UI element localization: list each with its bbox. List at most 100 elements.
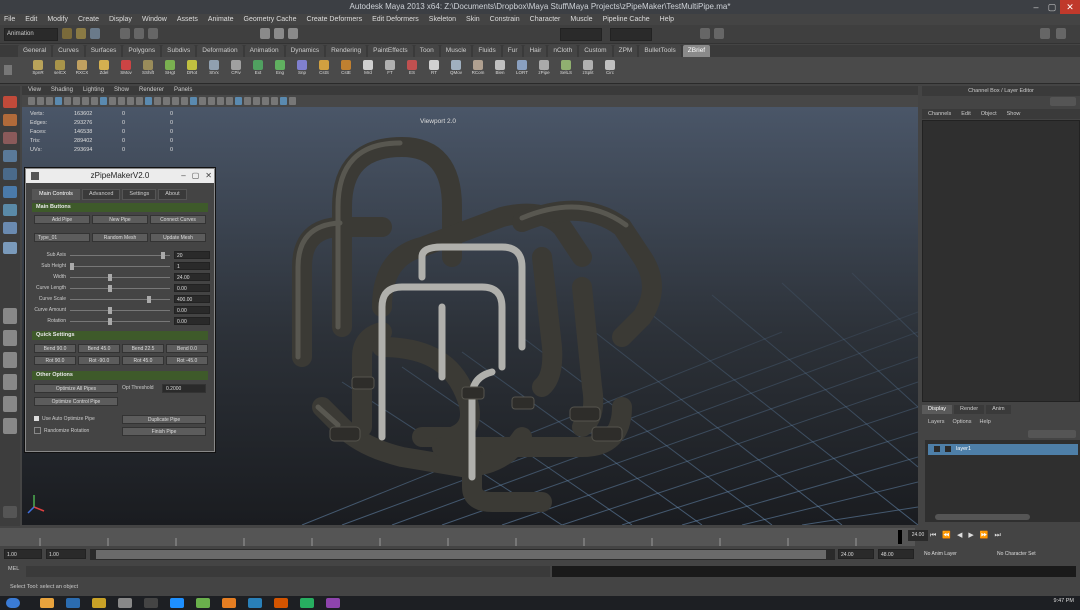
select-hierarchy-icon[interactable] bbox=[120, 28, 130, 39]
viewport-tool-icon[interactable] bbox=[262, 97, 269, 105]
viewport-tool-icon[interactable] bbox=[190, 97, 197, 105]
shelf-button[interactable]: SelLS bbox=[558, 60, 574, 76]
viewport-menu-item[interactable]: Shading bbox=[51, 86, 73, 95]
range-end-field[interactable]: 24.00 bbox=[838, 549, 874, 559]
shelf-tab[interactable]: Hair bbox=[524, 45, 547, 57]
visibility-icon[interactable] bbox=[934, 445, 940, 452]
viewport-tool-icon[interactable] bbox=[154, 97, 161, 105]
shelf-button[interactable]: RT bbox=[426, 60, 442, 76]
slider-handle[interactable] bbox=[108, 318, 112, 325]
shelf-button[interactable]: Eng bbox=[272, 60, 288, 76]
viewport-tool-icon[interactable] bbox=[136, 97, 143, 105]
viewport-tool-icon[interactable] bbox=[271, 97, 278, 105]
slider-track[interactable] bbox=[70, 277, 170, 278]
viewport-tool-icon[interactable] bbox=[127, 97, 134, 105]
shelf-button[interactable]: StVx bbox=[206, 60, 222, 76]
dialog-tab[interactable]: Advanced bbox=[81, 189, 121, 200]
taskbar-app-icon[interactable] bbox=[170, 598, 184, 608]
slider-handle[interactable] bbox=[161, 252, 165, 259]
shelf-button[interactable]: SMov bbox=[118, 60, 134, 76]
shelf-button[interactable]: ES bbox=[404, 60, 420, 76]
dialog-tab[interactable]: About bbox=[158, 189, 187, 200]
range-inner-end-field[interactable]: 48.00 bbox=[878, 549, 914, 559]
menu-item[interactable]: Display bbox=[109, 14, 132, 25]
viewport-tool-icon[interactable] bbox=[172, 97, 179, 105]
slider-handle[interactable] bbox=[70, 263, 74, 270]
finish-pipe-button[interactable]: Finish Pipe bbox=[122, 427, 206, 436]
layer-tab[interactable]: Anim bbox=[986, 405, 1011, 414]
select-object-icon[interactable] bbox=[134, 28, 144, 39]
maximize-icon[interactable]: ▢ bbox=[1044, 0, 1060, 14]
snap-grid-icon[interactable] bbox=[260, 28, 270, 39]
slider-track[interactable] bbox=[70, 255, 170, 256]
single-view-layout-icon[interactable] bbox=[3, 308, 17, 324]
taskbar-app-icon[interactable] bbox=[300, 598, 314, 608]
shelf-button[interactable]: Zdel bbox=[96, 60, 112, 76]
toolbox-scroll-icon[interactable] bbox=[3, 506, 17, 518]
shelf-button[interactable]: SpnR bbox=[30, 60, 46, 76]
slider-track[interactable] bbox=[70, 288, 170, 289]
taskbar-app-icon[interactable] bbox=[144, 598, 158, 608]
taskbar-app-icon[interactable] bbox=[66, 598, 80, 608]
connect-curves-button[interactable]: Connect Curves bbox=[150, 215, 206, 224]
anim-layer-select[interactable]: No Anim Layer bbox=[922, 549, 992, 559]
viewport-tool-icon[interactable] bbox=[280, 97, 287, 105]
viewport-tool-icon[interactable] bbox=[145, 97, 152, 105]
viewport-tool-icon[interactable] bbox=[91, 97, 98, 105]
channelbox-menu-item[interactable]: Edit bbox=[961, 109, 970, 119]
shelf-menu-icon[interactable] bbox=[4, 65, 12, 75]
shelf-tab[interactable]: Custom bbox=[579, 45, 612, 57]
slider-handle[interactable] bbox=[108, 274, 112, 281]
slider-track[interactable] bbox=[70, 299, 170, 300]
taskbar-app-icon[interactable] bbox=[326, 598, 340, 608]
viewport-tool-icon[interactable] bbox=[55, 97, 62, 105]
viewport-tool-icon[interactable] bbox=[100, 97, 107, 105]
range-start-field[interactable]: 1.00 bbox=[4, 549, 42, 559]
shelf-tab[interactable]: ZPM bbox=[613, 45, 638, 57]
shelf-button[interactable]: Ext bbox=[250, 60, 266, 76]
menu-item[interactable]: Assets bbox=[177, 14, 198, 25]
viewport-menu-item[interactable]: Show bbox=[114, 86, 129, 95]
shelf-tab[interactable]: PaintEffects bbox=[368, 45, 413, 57]
outliner-layout-icon[interactable] bbox=[3, 418, 17, 434]
shelf-tab[interactable]: Toon bbox=[414, 45, 439, 57]
shelf-button[interactable]: DRot bbox=[184, 60, 200, 76]
shelf-button[interactable]: QMov bbox=[448, 60, 464, 76]
shelf-tab[interactable]: ZBrief bbox=[682, 45, 711, 57]
random-mesh-button[interactable]: Random Mesh bbox=[92, 233, 148, 242]
shelf-tab[interactable]: Polygons bbox=[123, 45, 161, 57]
mel-label[interactable]: MEL bbox=[8, 566, 19, 572]
command-input[interactable] bbox=[26, 566, 550, 577]
layer-tab[interactable]: Display bbox=[922, 405, 953, 414]
slider-handle[interactable] bbox=[147, 296, 151, 303]
toggle-channelbox-icon[interactable] bbox=[1040, 28, 1050, 39]
layer-buttons-icons[interactable] bbox=[1028, 430, 1076, 438]
menu-item[interactable]: Help bbox=[660, 14, 674, 25]
quick-setting-button[interactable]: Bend 90.0 bbox=[34, 344, 76, 353]
viewport-tool-icon[interactable] bbox=[208, 97, 215, 105]
shelf-tab[interactable]: Fluids bbox=[473, 45, 501, 57]
viewport-tool-icon[interactable] bbox=[226, 97, 233, 105]
layer-menu-item[interactable]: Options bbox=[953, 418, 972, 427]
viewport-tool-icon[interactable] bbox=[163, 97, 170, 105]
shelf-button[interactable]: selCX bbox=[52, 60, 68, 76]
shelf-tab[interactable]: Rendering bbox=[326, 45, 367, 57]
quick-setting-button[interactable]: Rot -45.0 bbox=[166, 356, 208, 365]
slider-value-field[interactable]: 0.00 bbox=[174, 317, 210, 325]
layer-menu-item[interactable]: Help bbox=[979, 418, 990, 427]
render-icon[interactable] bbox=[700, 28, 710, 39]
shelf-button[interactable]: CstS bbox=[316, 60, 332, 76]
menu-item[interactable]: Geometry Cache bbox=[244, 14, 297, 25]
menu-item[interactable]: Animate bbox=[208, 14, 234, 25]
menu-item[interactable]: Muscle bbox=[570, 14, 592, 25]
dialog-tab[interactable]: Main Controls bbox=[32, 189, 80, 200]
quick-setting-button[interactable]: Rot -90.0 bbox=[78, 356, 120, 365]
opt-threshold-input[interactable]: 0.2000 bbox=[162, 384, 206, 393]
toggle-attribute-editor-icon[interactable] bbox=[1056, 28, 1066, 39]
move-icon[interactable] bbox=[3, 150, 17, 162]
duplicate-pipe-button[interactable]: Duplicate Pipe bbox=[122, 415, 206, 424]
shelf-tab[interactable]: BulletTools bbox=[639, 45, 681, 57]
time-slider[interactable] bbox=[0, 528, 915, 546]
section-quick-settings[interactable]: Quick Settings bbox=[32, 331, 208, 340]
shelf-button[interactable]: CPiv bbox=[228, 60, 244, 76]
